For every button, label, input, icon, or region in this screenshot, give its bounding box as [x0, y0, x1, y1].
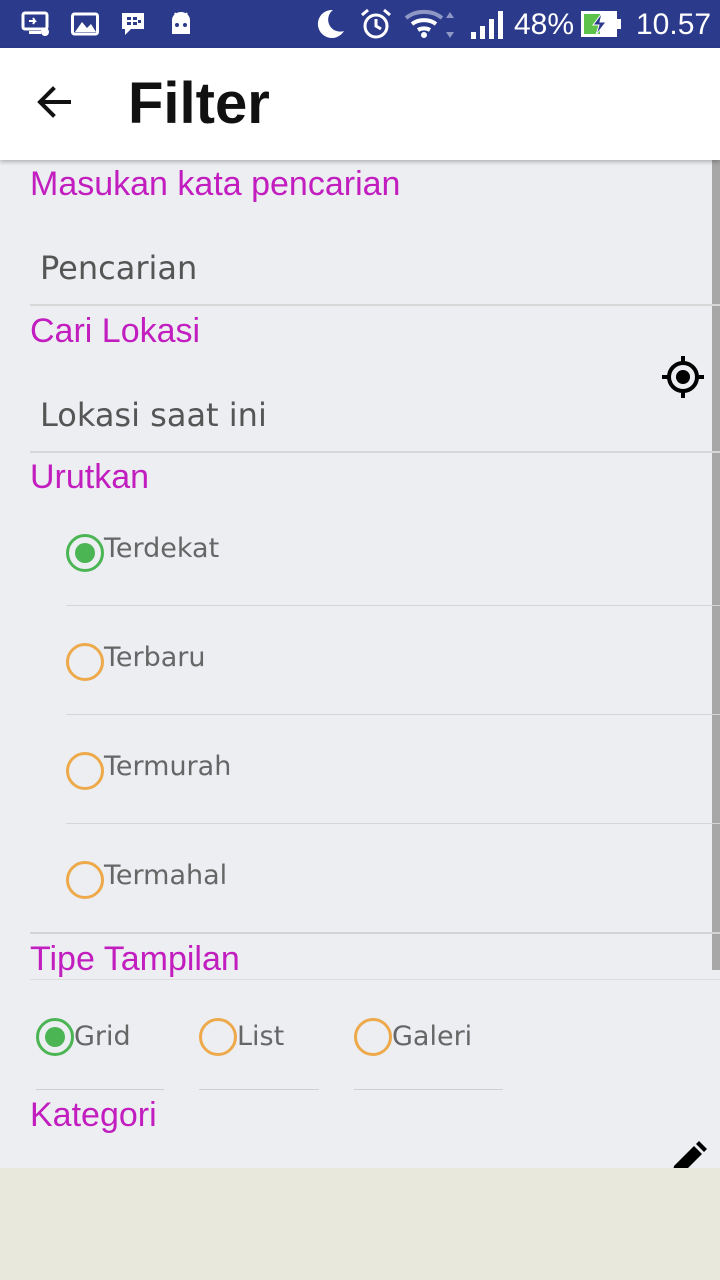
alarm-icon: [358, 8, 394, 40]
row-divider: [66, 823, 720, 824]
view-option-label: Grid: [74, 1021, 131, 1052]
image-icon: [70, 8, 100, 40]
sort-divider: [30, 932, 720, 934]
sort-option-terbaru[interactable]: Terbaru: [66, 607, 720, 715]
sort-option-label: Termurah: [104, 751, 232, 782]
radio-button-checked[interactable]: [66, 534, 104, 572]
battery-charging-icon: [580, 8, 622, 40]
radio-button-checked[interactable]: [36, 1018, 74, 1056]
signal-icon: [470, 8, 506, 40]
sort-label: Urutkan: [30, 458, 150, 496]
view-option-galeri[interactable]: Galeri: [354, 998, 503, 1090]
view-type-label: Tipe Tampilan: [30, 940, 240, 978]
back-button[interactable]: [24, 76, 84, 132]
sort-option-termahal[interactable]: Termahal: [66, 825, 720, 933]
location-underline: [30, 451, 720, 453]
moon-icon: [312, 8, 348, 40]
view-option-label: Galeri: [392, 1021, 473, 1052]
view-type-divider: [30, 979, 720, 980]
clock: 10.57: [636, 8, 712, 41]
sort-option-label: Terbaru: [104, 642, 206, 673]
location-label: Cari Lokasi: [30, 312, 201, 350]
view-option-label: List: [237, 1021, 285, 1052]
view-option-list[interactable]: List: [199, 998, 319, 1090]
status-bar: 48% 10.57: [0, 0, 720, 48]
radio-button[interactable]: [66, 861, 104, 899]
app-bar: Filter: [0, 48, 720, 160]
sort-option-termurah[interactable]: Termurah: [66, 716, 720, 824]
radio-button[interactable]: [66, 643, 104, 681]
search-label: Masukan kata pencarian: [30, 165, 401, 203]
my-location-icon: [661, 355, 705, 403]
radio-button[interactable]: [354, 1018, 392, 1056]
bbm-icon: [118, 8, 148, 40]
option-underline: [354, 1089, 503, 1090]
option-underline: [199, 1089, 319, 1090]
sort-option-label: Termahal: [104, 860, 228, 891]
sort-option-label: Terdekat: [104, 533, 220, 564]
sort-option-terdekat[interactable]: Terdekat: [66, 498, 720, 606]
category-label: Kategori: [30, 1096, 157, 1134]
location-field: [30, 379, 720, 453]
search-underline: [30, 304, 720, 306]
arrow-left-icon: [36, 86, 72, 122]
battery-percent: 48%: [514, 8, 575, 41]
row-divider: [66, 714, 720, 715]
bottom-panel: [0, 1168, 720, 1280]
page-title: Filter: [128, 71, 270, 136]
screen-cast-icon: [20, 8, 52, 40]
view-option-grid[interactable]: Grid: [36, 998, 164, 1090]
search-field: [30, 232, 720, 306]
search-input[interactable]: [30, 232, 720, 304]
location-input[interactable]: [30, 379, 720, 451]
current-location-button[interactable]: [660, 356, 706, 402]
android-icon: [166, 8, 196, 40]
radio-button[interactable]: [66, 752, 104, 790]
row-divider: [66, 605, 720, 606]
radio-button[interactable]: [199, 1018, 237, 1056]
filter-form[interactable]: Masukan kata pencarian Cari Lokasi Urutk…: [0, 160, 720, 1168]
option-underline: [36, 1089, 164, 1090]
edit-category-button[interactable]: [668, 1140, 708, 1168]
wifi-icon: [404, 8, 460, 40]
